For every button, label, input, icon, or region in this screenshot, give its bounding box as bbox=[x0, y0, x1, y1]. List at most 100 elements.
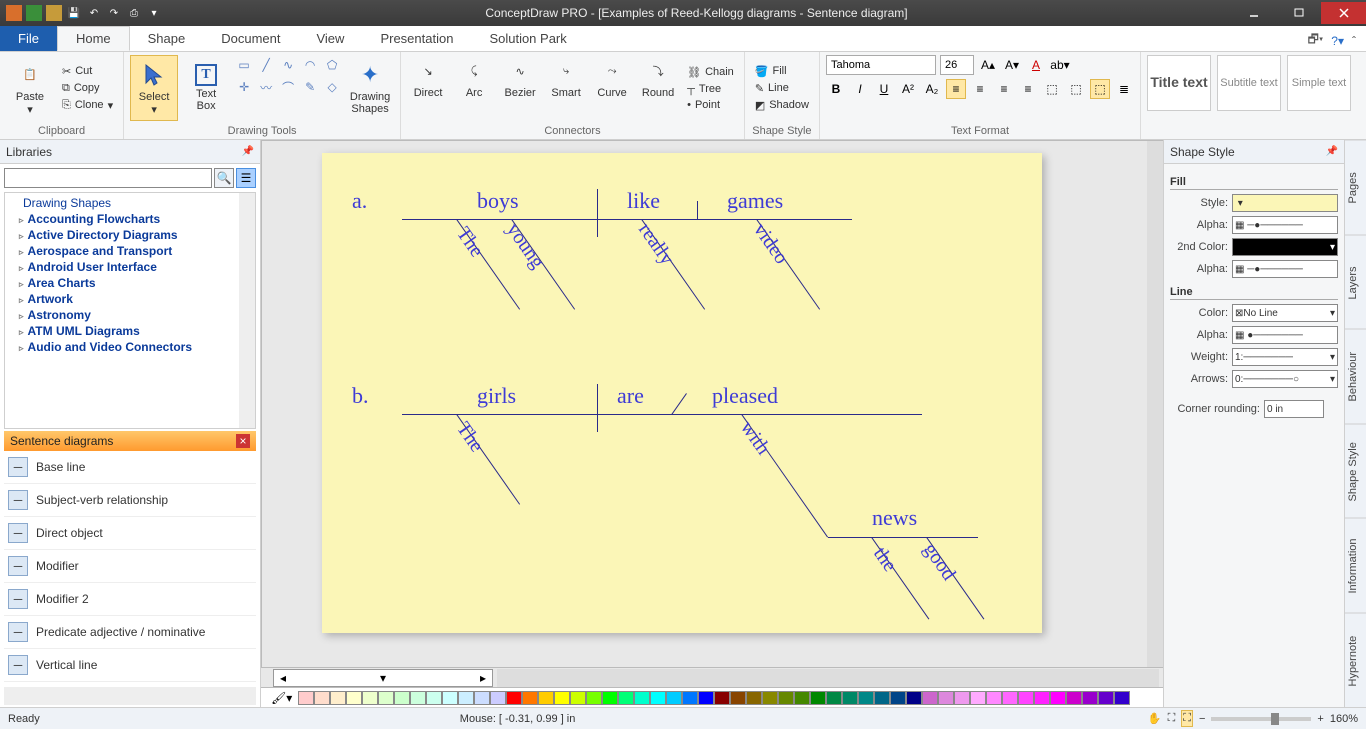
font-size-select[interactable] bbox=[940, 55, 974, 75]
library-item[interactable]: Artwork bbox=[7, 291, 253, 307]
list-view-icon[interactable]: ☰ bbox=[236, 168, 256, 188]
color-swatch[interactable] bbox=[730, 691, 746, 705]
color-swatch[interactable] bbox=[442, 691, 458, 705]
color-swatch[interactable] bbox=[698, 691, 714, 705]
bullets-button[interactable]: ≣ bbox=[1114, 79, 1134, 99]
connector-round-button[interactable]: ⤵Round bbox=[637, 55, 679, 99]
color-swatch[interactable] bbox=[938, 691, 954, 705]
color-swatch[interactable] bbox=[794, 691, 810, 705]
library-item[interactable]: Accounting Flowcharts bbox=[7, 211, 253, 227]
side-tab[interactable]: Information bbox=[1345, 518, 1366, 613]
collapse-ribbon-icon[interactable]: ˆ bbox=[1352, 34, 1356, 48]
tool-edit-icon[interactable]: ✛ bbox=[234, 77, 254, 97]
shape-item[interactable]: ─Vertical line bbox=[4, 649, 256, 682]
color-swatch[interactable] bbox=[554, 691, 570, 705]
tab-solution-park[interactable]: Solution Park bbox=[471, 26, 584, 51]
minimize-button[interactable] bbox=[1231, 2, 1276, 24]
connector-tree-button[interactable]: ┬Tree bbox=[683, 82, 738, 96]
color-swatch[interactable] bbox=[970, 691, 986, 705]
canvas[interactable]: a. boys like games The young really vide… bbox=[261, 140, 1163, 667]
library-item[interactable]: Aerospace and Transport bbox=[7, 243, 253, 259]
color-swatch[interactable] bbox=[762, 691, 778, 705]
color-swatch[interactable] bbox=[890, 691, 906, 705]
color-swatch[interactable] bbox=[1082, 691, 1098, 705]
page-tab-scroller[interactable]: ◂▾▸ bbox=[273, 669, 493, 687]
shadow-button[interactable]: ◩Shadow bbox=[751, 98, 813, 113]
color-swatch[interactable] bbox=[426, 691, 442, 705]
qat-icon[interactable] bbox=[6, 5, 22, 21]
side-tab[interactable]: Behaviour bbox=[1345, 329, 1366, 424]
color-swatch[interactable] bbox=[330, 691, 346, 705]
library-item[interactable]: Active Directory Diagrams bbox=[7, 227, 253, 243]
color-swatch[interactable] bbox=[1066, 691, 1082, 705]
tab-view[interactable]: View bbox=[298, 26, 362, 51]
side-tab[interactable]: Pages bbox=[1345, 140, 1366, 235]
increase-font-icon[interactable]: A▴ bbox=[978, 55, 998, 75]
shape-item[interactable]: ─Modifier bbox=[4, 550, 256, 583]
library-item[interactable]: Audio and Video Connectors bbox=[7, 339, 253, 355]
tab-home[interactable]: Home bbox=[57, 26, 130, 51]
tool-free-icon[interactable]: ✎ bbox=[300, 77, 320, 97]
library-search-input[interactable] bbox=[4, 168, 212, 188]
line-color-select[interactable]: ⊠ No Line▾ bbox=[1232, 304, 1338, 322]
pin-icon[interactable]: 📌 bbox=[1326, 146, 1338, 157]
color-swatch[interactable] bbox=[378, 691, 394, 705]
color-swatch[interactable] bbox=[746, 691, 762, 705]
color-swatch[interactable] bbox=[314, 691, 330, 705]
drawing-shapes-button[interactable]: ✦ Drawing Shapes bbox=[346, 55, 394, 121]
valign-mid-button[interactable]: ⬚ bbox=[1066, 79, 1086, 99]
color-swatch[interactable] bbox=[666, 691, 682, 705]
color-swatch[interactable] bbox=[778, 691, 794, 705]
close-icon[interactable]: × bbox=[236, 434, 250, 448]
scrollbar[interactable] bbox=[497, 669, 1159, 687]
library-item[interactable]: Area Charts bbox=[7, 275, 253, 291]
tool-curve-icon[interactable]: ∿ bbox=[278, 55, 298, 75]
connector-smart-button[interactable]: ⤷Smart bbox=[545, 55, 587, 99]
qat-icon[interactable]: ▾ bbox=[146, 5, 162, 21]
color-swatch[interactable] bbox=[490, 691, 506, 705]
color-swatch[interactable] bbox=[682, 691, 698, 705]
zoom-out-icon[interactable]: − bbox=[1199, 713, 1205, 725]
qat-save-icon[interactable]: 💾 bbox=[66, 5, 82, 21]
clone-button[interactable]: ⎘Clone▾ bbox=[58, 98, 117, 113]
select-tool-button[interactable]: Select▾ bbox=[130, 55, 178, 121]
qat-icon[interactable] bbox=[26, 5, 42, 21]
style-simple-thumb[interactable]: Simple text bbox=[1287, 55, 1351, 111]
color-swatch[interactable] bbox=[410, 691, 426, 705]
tool-bezier-icon[interactable]: ⌒ bbox=[278, 77, 298, 97]
connector-direct-button[interactable]: ↘Direct bbox=[407, 55, 449, 99]
close-button[interactable] bbox=[1321, 2, 1366, 24]
section-header[interactable]: Sentence diagrams × bbox=[4, 431, 256, 451]
color-swatch[interactable] bbox=[522, 691, 538, 705]
color-swatch[interactable] bbox=[458, 691, 474, 705]
copy-button[interactable]: ⧉Copy bbox=[58, 81, 117, 96]
color-swatch[interactable] bbox=[1050, 691, 1066, 705]
color-swatch[interactable] bbox=[602, 691, 618, 705]
tab-shape[interactable]: Shape bbox=[130, 26, 204, 51]
bold-button[interactable]: B bbox=[826, 79, 846, 99]
maximize-button[interactable] bbox=[1276, 2, 1321, 24]
color-swatch[interactable] bbox=[506, 691, 522, 705]
library-item[interactable]: ATM UML Diagrams bbox=[7, 323, 253, 339]
font-family-select[interactable] bbox=[826, 55, 936, 75]
connector-curve-button[interactable]: ⤳Curve bbox=[591, 55, 633, 99]
paste-button[interactable]: 📋 Paste▾ bbox=[6, 55, 54, 121]
style-title-thumb[interactable]: Title text bbox=[1147, 55, 1211, 111]
tool-rect-icon[interactable]: ▭ bbox=[234, 55, 254, 75]
italic-button[interactable]: I bbox=[850, 79, 870, 99]
valign-bottom-button[interactable]: ⬚ bbox=[1090, 79, 1110, 99]
valign-top-button[interactable]: ⬚ bbox=[1042, 79, 1062, 99]
zoom-in-icon[interactable]: + bbox=[1317, 713, 1323, 725]
color-swatch[interactable] bbox=[650, 691, 666, 705]
shape-item[interactable]: ─Subject-verb relationship bbox=[4, 484, 256, 517]
color-swatch[interactable] bbox=[634, 691, 650, 705]
align-justify-button[interactable]: ≡ bbox=[1018, 79, 1038, 99]
color-swatch[interactable] bbox=[714, 691, 730, 705]
color-swatch[interactable] bbox=[1098, 691, 1114, 705]
tool-line-icon[interactable]: ╱ bbox=[256, 55, 276, 75]
highlight-icon[interactable]: ab▾ bbox=[1050, 55, 1070, 75]
decrease-font-icon[interactable]: A▾ bbox=[1002, 55, 1022, 75]
arrows-select[interactable]: 0: ───────○▾ bbox=[1232, 370, 1338, 388]
color-swatch[interactable] bbox=[810, 691, 826, 705]
color-swatch[interactable] bbox=[586, 691, 602, 705]
